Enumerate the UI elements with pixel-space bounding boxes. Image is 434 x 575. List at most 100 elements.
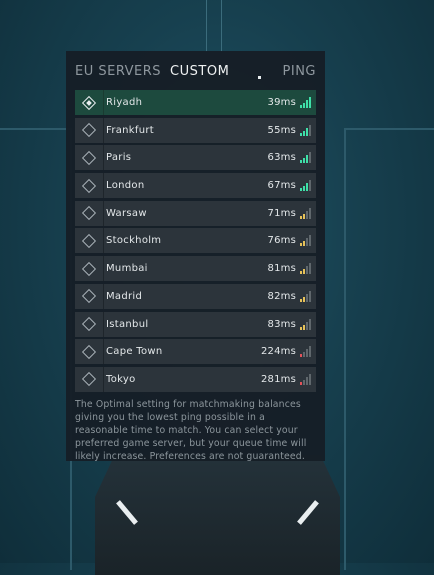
tab-custom[interactable]: CUSTOM — [170, 64, 229, 79]
signal-strength-icon — [300, 373, 311, 385]
server-name: Cape Town — [106, 346, 163, 358]
signal-bar — [300, 381, 302, 385]
signal-bar — [309, 207, 311, 219]
signal-bar — [309, 180, 311, 192]
signal-bar — [309, 290, 311, 302]
signal-bar — [306, 238, 308, 247]
signal-bar — [303, 379, 305, 385]
diamond-icon — [81, 178, 97, 193]
signal-bar — [306, 210, 308, 219]
diamond-icon — [81, 261, 97, 276]
matchmaking-footnote: The Optimal setting for matchmaking bala… — [75, 398, 307, 462]
signal-bar — [306, 293, 308, 302]
server-row-riyadh[interactable]: Riyadh 39ms — [75, 90, 316, 115]
signal-bar — [303, 158, 305, 164]
signal-bar — [306, 349, 308, 358]
server-name: Stockholm — [106, 235, 162, 247]
signal-bar — [303, 103, 305, 108]
diamond-icon — [81, 344, 97, 359]
signal-bar — [303, 352, 305, 358]
server-checkbox[interactable] — [75, 339, 104, 365]
signal-bar — [300, 132, 302, 136]
signal-strength-icon — [300, 290, 311, 302]
signal-bar — [306, 266, 308, 275]
signal-bar — [303, 241, 305, 247]
signal-bar — [303, 186, 305, 192]
signal-strength-icon — [300, 97, 311, 108]
server-name: Istanbul — [106, 318, 149, 330]
server-checkbox[interactable] — [75, 200, 104, 226]
server-checkbox[interactable] — [75, 311, 104, 337]
server-name: Mumbai — [106, 263, 148, 275]
server-checkbox[interactable] — [75, 90, 104, 115]
signal-bar — [306, 321, 308, 330]
server-name: Madrid — [106, 290, 143, 302]
signal-bar — [303, 213, 305, 219]
server-name: Warsaw — [106, 207, 147, 219]
server-name: London — [106, 180, 145, 192]
server-ping: 71ms — [267, 207, 296, 219]
server-ping: 55ms — [267, 124, 296, 136]
background-frame-right — [344, 128, 434, 570]
server-row-london[interactable]: London 67ms — [75, 173, 316, 199]
signal-bar — [303, 130, 305, 136]
server-ping: 39ms — [267, 97, 296, 108]
server-row-mumbai[interactable]: Mumbai 81ms — [75, 256, 316, 282]
server-checkbox[interactable] — [75, 256, 104, 282]
server-row-stockholm[interactable]: Stockholm 76ms — [75, 228, 316, 254]
diamond-icon — [81, 150, 97, 165]
signal-bar — [300, 215, 302, 219]
signal-bar — [300, 105, 302, 108]
server-checkbox[interactable] — [75, 366, 104, 392]
signal-bar — [300, 160, 302, 164]
signal-bar — [309, 124, 311, 136]
server-ping: 82ms — [267, 290, 296, 302]
diamond-icon — [81, 289, 97, 304]
server-name: Riyadh — [106, 97, 143, 108]
server-row-warsaw[interactable]: Warsaw 71ms — [75, 200, 316, 226]
ping-column-label: PING — [282, 63, 316, 79]
server-ping: 67ms — [267, 180, 296, 192]
tab-eu-servers[interactable]: EU SERVERS — [75, 64, 161, 79]
signal-bar — [306, 100, 308, 108]
server-name: Frankfurt — [106, 124, 154, 136]
diamond-checked-icon — [81, 95, 97, 110]
server-row-madrid[interactable]: Madrid 82ms — [75, 283, 316, 309]
server-row-tokyo[interactable]: Tokyo 281ms — [75, 366, 316, 392]
signal-bar — [300, 271, 302, 275]
server-row-paris[interactable]: Paris 63ms — [75, 145, 316, 171]
server-checkbox[interactable] — [75, 283, 104, 309]
signal-strength-icon — [300, 346, 311, 358]
signal-bar — [309, 346, 311, 358]
server-name: Tokyo — [106, 373, 136, 385]
signal-bar — [309, 152, 311, 164]
server-row-cape-town[interactable]: Cape Town 224ms — [75, 339, 316, 365]
server-row-frankfurt[interactable]: Frankfurt 55ms — [75, 117, 316, 143]
signal-bar — [309, 263, 311, 275]
server-ping: 281ms — [260, 373, 296, 385]
server-checkbox[interactable] — [75, 117, 104, 143]
diamond-icon — [81, 316, 97, 332]
signal-bar — [309, 97, 311, 108]
signal-bar — [300, 298, 302, 302]
server-checkbox[interactable] — [75, 173, 104, 199]
server-row-istanbul[interactable]: Istanbul 83ms — [75, 311, 316, 337]
signal-strength-icon — [300, 207, 311, 219]
signal-bar — [306, 183, 308, 192]
server-ping: 81ms — [267, 263, 296, 275]
signal-bar — [303, 324, 305, 330]
signal-strength-icon — [300, 124, 311, 136]
signal-bar — [306, 376, 308, 385]
signal-strength-icon — [300, 152, 311, 164]
diamond-icon — [81, 372, 97, 387]
server-checkbox[interactable] — [75, 228, 104, 254]
diamond-icon — [81, 206, 97, 221]
signal-bar — [309, 235, 311, 247]
server-checkbox[interactable] — [75, 145, 104, 171]
background-frame-left — [0, 128, 72, 570]
panel-header: EU SERVERS CUSTOM PING — [75, 51, 316, 90]
server-ping: 63ms — [267, 152, 296, 164]
background-stem — [206, 0, 222, 52]
signal-strength-icon — [300, 235, 311, 247]
signal-strength-icon — [300, 318, 311, 330]
